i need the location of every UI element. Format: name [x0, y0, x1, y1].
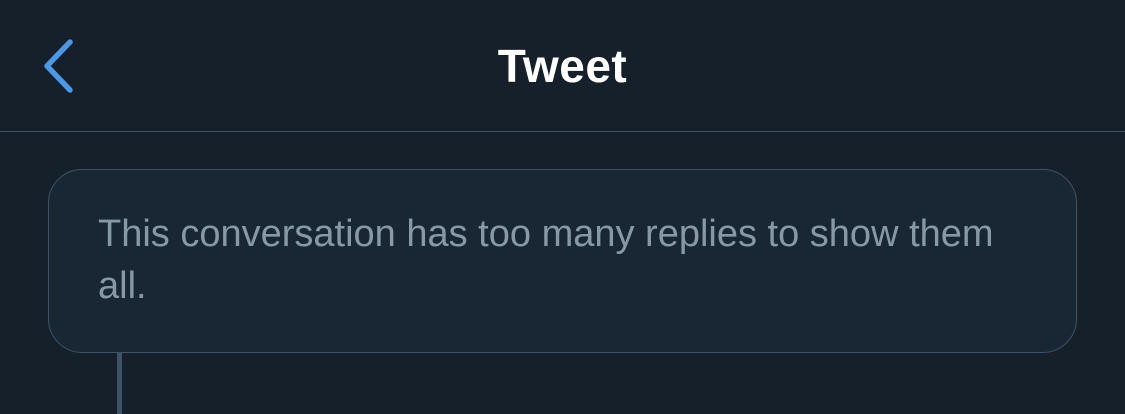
page-title: Tweet [497, 40, 628, 92]
navigation-bar: Tweet [0, 0, 1125, 132]
chevron-left-icon [41, 38, 75, 94]
thread-connector-line [117, 352, 122, 414]
conversation-notice-card: This conversation has too many replies t… [48, 169, 1077, 353]
conversation-notice-text: This conversation has too many replies t… [98, 213, 994, 307]
back-button[interactable] [26, 30, 90, 102]
